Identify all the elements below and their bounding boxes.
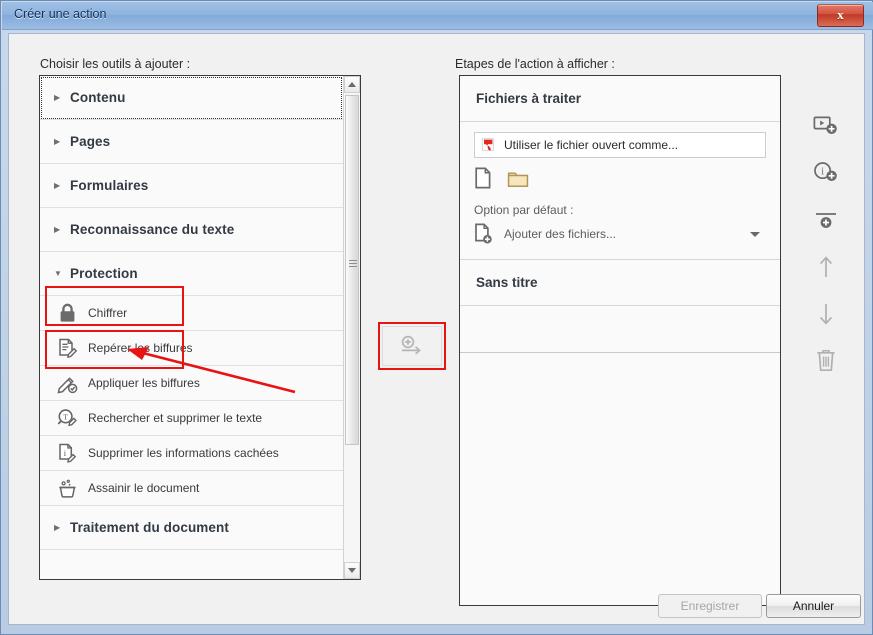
chevron-down-icon bbox=[750, 232, 760, 237]
lock-icon bbox=[56, 302, 78, 324]
cancel-button[interactable]: Annuler bbox=[766, 594, 861, 618]
folder-icon[interactable] bbox=[507, 169, 529, 191]
tool-rechercher-et-supprimer-le-texte[interactable]: T Rechercher et supprimer le texte bbox=[40, 401, 343, 436]
collapsed-caret-icon: ▶ bbox=[54, 136, 61, 146]
section-title: Fichiers à traiter bbox=[476, 91, 582, 106]
collapsed-caret-icon: ▶ bbox=[54, 92, 61, 102]
category-label: Protection bbox=[70, 266, 138, 281]
add-panel-button[interactable] bbox=[804, 104, 848, 148]
move-down-arrow-icon bbox=[819, 304, 833, 325]
category-label: Pages bbox=[70, 134, 111, 149]
category-formulaires[interactable]: ▶ Formulaires bbox=[40, 164, 343, 208]
collapsed-caret-icon: ▶ bbox=[54, 180, 61, 190]
expanded-caret-icon: ▼ bbox=[54, 268, 62, 278]
category-label: Reconnaissance du texte bbox=[70, 222, 235, 237]
window-title: Créer une action bbox=[14, 7, 107, 21]
tool-assainir-le-document[interactable]: Assainir le document bbox=[40, 471, 343, 506]
files-section-body: Utiliser le fichier ouvert comme... Opti… bbox=[460, 122, 780, 260]
add-divider-button[interactable] bbox=[804, 198, 848, 242]
tools-list-scrollbar[interactable] bbox=[343, 76, 360, 579]
move-down-button[interactable] bbox=[804, 292, 848, 336]
section-header-sans-titre[interactable]: Sans titre bbox=[460, 260, 780, 306]
tool-label: Rechercher et supprimer le texte bbox=[88, 411, 263, 425]
close-icon: x bbox=[837, 7, 844, 22]
tool-label: Chiffrer bbox=[88, 306, 128, 320]
remove-hidden-info-icon: i bbox=[56, 442, 78, 464]
add-divider-icon bbox=[816, 213, 836, 228]
section-title: Sans titre bbox=[476, 275, 538, 290]
save-button[interactable]: Enregistrer bbox=[658, 594, 762, 618]
collapsed-caret-icon: ▶ bbox=[54, 522, 61, 532]
add-file-icon bbox=[475, 223, 492, 244]
category-label: Contenu bbox=[70, 90, 126, 105]
category-label: Traitement du document bbox=[70, 520, 229, 535]
tools-list-panel: ▶ Contenu ▶ Pages ▶ Formulaires ▶ Reconn… bbox=[39, 75, 361, 580]
document-icon[interactable] bbox=[474, 167, 493, 192]
tool-label: Repérer les biffures bbox=[88, 341, 193, 355]
tool-supprimer-les-informations-cachees[interactable]: i Supprimer les informations cachées bbox=[40, 436, 343, 471]
tool-reperer-les-biffures[interactable]: Repérer les biffures bbox=[40, 331, 343, 366]
tool-label: Assainir le document bbox=[88, 481, 200, 495]
delete-button[interactable] bbox=[804, 339, 848, 383]
use-open-file-field[interactable]: Utiliser le fichier ouvert comme... bbox=[474, 132, 766, 158]
add-panel-icon bbox=[813, 116, 837, 134]
default-option-label: Option par défaut : bbox=[474, 203, 574, 217]
choose-tools-label: Choisir les outils à ajouter : bbox=[40, 57, 191, 71]
category-label: Formulaires bbox=[70, 178, 149, 193]
move-up-arrow-icon bbox=[819, 256, 833, 277]
add-instruction-button[interactable]: i bbox=[804, 151, 848, 195]
use-open-file-text: Utiliser le fichier ouvert comme... bbox=[504, 138, 679, 152]
add-step-arrow-icon bbox=[401, 335, 421, 355]
category-reconnaissance-du-texte[interactable]: ▶ Reconnaissance du texte bbox=[40, 208, 343, 252]
scroll-down-button[interactable] bbox=[344, 562, 360, 579]
title-bar: Créer une action x bbox=[2, 2, 873, 30]
sanitize-document-icon bbox=[56, 477, 78, 499]
move-up-button[interactable] bbox=[804, 245, 848, 289]
category-traitement-du-document[interactable]: ▶ Traitement du document bbox=[40, 506, 343, 550]
close-button[interactable]: x bbox=[817, 4, 864, 27]
tool-label: Supprimer les informations cachées bbox=[88, 446, 279, 460]
scroll-up-button[interactable] bbox=[344, 76, 360, 93]
steps-toolbar: i bbox=[804, 104, 852, 383]
steps-label: Etapes de l'action à afficher : bbox=[455, 57, 615, 71]
tool-label: Appliquer les biffures bbox=[88, 376, 200, 390]
dialog-client-area: Choisir les outils à ajouter : ▶ Contenu… bbox=[8, 33, 865, 625]
category-pages[interactable]: ▶ Pages bbox=[40, 120, 343, 164]
apply-redactions-icon bbox=[56, 372, 78, 394]
tool-chiffrer[interactable]: Chiffrer bbox=[40, 296, 343, 331]
scroll-up-arrow-icon bbox=[348, 82, 356, 87]
section-header-fichiers-a-traiter[interactable]: Fichiers à traiter bbox=[460, 76, 780, 122]
svg-text:i: i bbox=[821, 166, 824, 177]
search-remove-text-icon: T bbox=[56, 407, 78, 429]
collapsed-caret-icon: ▶ bbox=[54, 224, 61, 234]
delete-trash-icon bbox=[817, 350, 835, 372]
scrollbar-grip-icon bbox=[349, 260, 357, 269]
mark-redactions-icon bbox=[56, 337, 78, 359]
default-option-dropdown[interactable]: Ajouter des fichiers... bbox=[474, 221, 766, 247]
scrollbar-thumb[interactable] bbox=[345, 95, 359, 445]
file-source-icons bbox=[474, 167, 766, 192]
category-protection[interactable]: ▼ Protection bbox=[40, 252, 343, 296]
list-filler-row bbox=[40, 550, 343, 579]
scroll-down-arrow-icon bbox=[348, 568, 356, 573]
tool-appliquer-les-biffures[interactable]: Appliquer les biffures bbox=[40, 366, 343, 401]
tools-list[interactable]: ▶ Contenu ▶ Pages ▶ Formulaires ▶ Reconn… bbox=[40, 76, 343, 579]
dialog-window: Créer une action x Choisir les outils à … bbox=[0, 0, 873, 635]
add-instruction-icon: i bbox=[814, 162, 837, 181]
default-option-value: Ajouter des fichiers... bbox=[504, 227, 617, 241]
category-contenu[interactable]: ▶ Contenu bbox=[40, 76, 343, 120]
empty-step-row[interactable] bbox=[460, 306, 780, 353]
steps-panel: Fichiers à traiter Utiliser le fichier o… bbox=[459, 75, 781, 606]
add-step-button[interactable] bbox=[382, 326, 442, 366]
add-step-highlight bbox=[378, 322, 446, 370]
svg-text:T: T bbox=[63, 412, 68, 421]
pdf-file-icon bbox=[481, 137, 494, 151]
